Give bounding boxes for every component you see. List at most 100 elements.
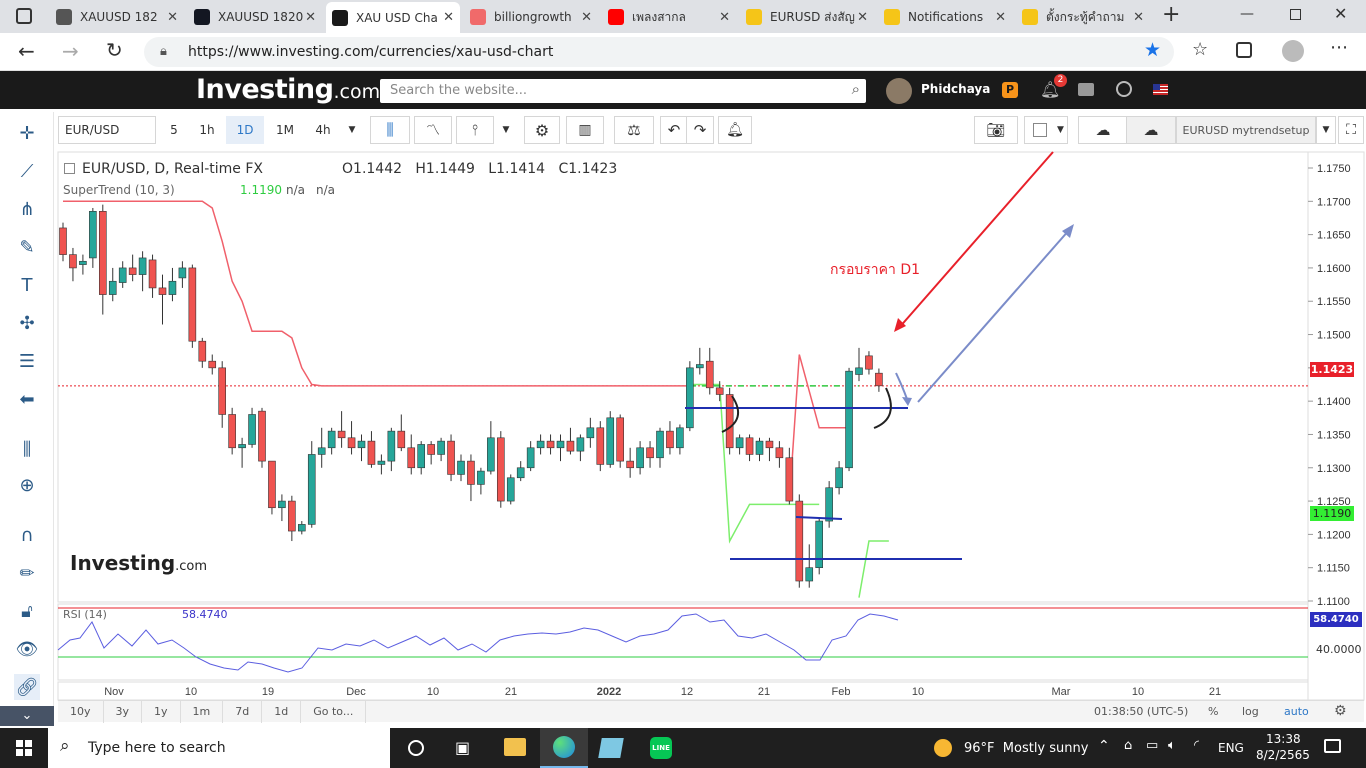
compare-icon[interactable]: ⫯ xyxy=(456,116,494,144)
browser-tab[interactable]: XAUUSD 182 ✕ xyxy=(50,4,184,30)
site-logo[interactable]: Investing.com xyxy=(196,74,380,105)
browser-tab[interactable]: XAUUSD 1820 ✕ xyxy=(188,4,322,30)
tray-wifi-icon[interactable]: ◜ xyxy=(1194,738,1199,753)
arrow-left-icon[interactable]: ⬅ xyxy=(14,386,40,412)
windows-start-icon[interactable] xyxy=(16,740,32,756)
percent-toggle[interactable]: % xyxy=(1208,705,1218,718)
brush-icon[interactable]: ✎ xyxy=(14,234,40,260)
trend-line-icon[interactable]: ⟋ xyxy=(14,158,40,184)
interval-4h[interactable]: 4h xyxy=(306,116,340,144)
range-button[interactable]: 1m xyxy=(181,701,224,723)
tray-battery-icon[interactable]: ▭ xyxy=(1146,738,1158,753)
interval-1d[interactable]: 1D xyxy=(226,116,264,144)
cortana-icon[interactable] xyxy=(408,740,424,756)
url-field[interactable]: 🔒︎ https://www.investing.com/currencies/… xyxy=(144,37,1174,67)
new-tab-button[interactable]: + xyxy=(1162,2,1180,27)
profile-avatar[interactable] xyxy=(1282,40,1304,62)
notification-center-icon[interactable] xyxy=(1324,739,1341,753)
undo-icon[interactable]: ↶ xyxy=(660,116,688,144)
supertrend-label[interactable]: SuperTrend (10, 3) xyxy=(63,183,175,197)
log-toggle[interactable]: log xyxy=(1242,705,1259,718)
favorites-list-icon[interactable]: ☆ xyxy=(1192,39,1208,60)
tab-close-icon[interactable]: ✕ xyxy=(167,10,178,25)
language-indicator[interactable]: ENG xyxy=(1218,741,1244,755)
portfolio-icon[interactable] xyxy=(1078,83,1094,96)
tab-close-icon[interactable]: ✕ xyxy=(581,10,592,25)
minimize-button[interactable]: — xyxy=(1240,6,1254,22)
compare-dropdown-icon[interactable]: ▼ xyxy=(496,116,516,144)
site-search-input[interactable]: Search the website... ⌕ xyxy=(380,79,866,103)
crosshair-icon[interactable]: ✛ xyxy=(14,120,40,146)
tab-close-icon[interactable]: ✕ xyxy=(995,10,1006,25)
zoom-in-icon[interactable]: ⊕ xyxy=(14,472,40,498)
magnet-icon[interactable]: ∩ xyxy=(14,522,40,548)
save-chart-cloud-icon[interactable]: ☁ xyxy=(1126,116,1176,144)
tab-close-icon[interactable]: ✕ xyxy=(443,10,454,25)
us-flag-icon[interactable] xyxy=(1153,84,1168,95)
tab-close-icon[interactable]: ✕ xyxy=(857,10,868,25)
restore-button[interactable] xyxy=(1290,9,1301,20)
browser-tab[interactable]: EURUSD ส่งสัญ ✕ xyxy=(740,4,874,30)
collapse-toolbar-icon[interactable]: ⌄ xyxy=(0,706,54,726)
range-button[interactable]: Go to... xyxy=(301,701,367,723)
tab-close-icon[interactable]: ✕ xyxy=(305,10,316,25)
username[interactable]: Phidchaya xyxy=(921,82,990,96)
range-button[interactable]: 1d xyxy=(262,701,302,723)
pitchfork-icon[interactable]: ⋔ xyxy=(14,196,40,222)
line-app-icon[interactable]: LINE xyxy=(650,737,672,759)
interval-5[interactable]: 5 xyxy=(160,116,188,144)
layout-dropdown-icon[interactable]: ▼ xyxy=(1316,116,1336,144)
clock-time[interactable]: 13:38 xyxy=(1266,732,1301,746)
color-picker[interactable]: ▼ xyxy=(1024,116,1068,144)
study-templates-icon[interactable]: ▥ xyxy=(566,116,604,144)
lock-drawings-icon[interactable]: 🔓︎ xyxy=(14,598,40,624)
text-tool-icon[interactable]: T xyxy=(14,272,40,298)
tray-volume-icon[interactable]: 🔈︎ xyxy=(1168,738,1176,753)
refresh-icon[interactable]: ↻ xyxy=(106,38,123,62)
range-button[interactable]: 1y xyxy=(142,701,181,723)
interval-1m[interactable]: 1M xyxy=(268,116,302,144)
load-chart-cloud-icon[interactable]: ☁ xyxy=(1078,116,1128,144)
settings-gear-icon[interactable]: ⚙ xyxy=(524,116,560,144)
tab-actions-icon[interactable] xyxy=(16,8,32,24)
browser-tab[interactable]: เพลงสากล ✕ xyxy=(602,4,736,30)
tab-close-icon[interactable]: ✕ xyxy=(1133,10,1144,25)
range-button[interactable]: 10y xyxy=(58,701,104,723)
browser-tab[interactable]: XAU USD Cha ✕ xyxy=(326,2,460,33)
snapshot-camera-icon[interactable]: 📷︎ xyxy=(974,116,1018,144)
candles-style-icon[interactable]: ⫼ xyxy=(370,116,410,144)
link-icon[interactable]: 🔗︎ xyxy=(14,674,40,700)
close-window-button[interactable]: ✕ xyxy=(1334,4,1347,23)
collections-icon[interactable] xyxy=(1236,42,1252,58)
app-icon[interactable] xyxy=(598,738,624,758)
measure-icon[interactable]: ⫼ xyxy=(14,436,40,462)
footer-settings-icon[interactable]: ⚙ xyxy=(1334,703,1347,719)
tray-chevron-icon[interactable]: ⌃ xyxy=(1098,738,1110,754)
tab-close-icon[interactable]: ✕ xyxy=(719,10,730,25)
auto-toggle[interactable]: auto xyxy=(1284,705,1309,718)
fullscreen-icon[interactable]: ⛶ xyxy=(1338,116,1364,144)
fib-icon[interactable]: ☰ xyxy=(14,348,40,374)
rsi-label[interactable]: RSI (14) xyxy=(63,608,107,621)
range-button[interactable]: 3y xyxy=(104,701,143,723)
indicators-icon[interactable]: 〽 xyxy=(414,116,452,144)
stay-drawing-icon[interactable]: ✏ xyxy=(14,560,40,586)
back-icon[interactable]: ← xyxy=(18,39,35,63)
interval-dropdown-icon[interactable]: ▼ xyxy=(342,116,362,144)
interval-1h[interactable]: 1h xyxy=(192,116,222,144)
browser-tab[interactable]: billiongrowth ✕ xyxy=(464,4,598,30)
browser-tab[interactable]: ตั้งกระทู้คำถาม ✕ xyxy=(1016,4,1150,30)
layout-name[interactable]: EURUSD mytrendsetup xyxy=(1176,116,1316,144)
tray-network-icon[interactable]: ⌂ xyxy=(1124,738,1132,753)
forward-icon[interactable]: → xyxy=(62,39,79,63)
favorite-star-icon[interactable]: ★ xyxy=(1144,39,1161,61)
user-avatar[interactable] xyxy=(886,78,912,104)
balance-icon[interactable]: ⚖ xyxy=(614,116,654,144)
clock-icon[interactable] xyxy=(1116,81,1132,97)
alert-icon[interactable]: 🔔︎ xyxy=(718,116,752,144)
edge-icon[interactable] xyxy=(540,728,588,768)
more-menu-icon[interactable]: ⋯ xyxy=(1330,37,1348,58)
pro-icon[interactable]: P xyxy=(1002,82,1018,98)
weather-text[interactable]: 96°F Mostly sunny xyxy=(964,741,1088,756)
symbol-input[interactable]: EUR/USD xyxy=(58,116,156,144)
